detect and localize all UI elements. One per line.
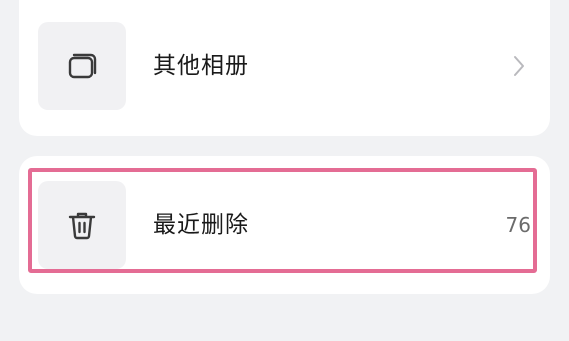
trash-icon-tile bbox=[38, 181, 126, 269]
recently-deleted-label: 最近删除 bbox=[153, 212, 249, 238]
recently-deleted-row[interactable]: 最近删除 76 bbox=[19, 181, 550, 271]
trash-icon bbox=[68, 212, 96, 240]
chevron-right-icon bbox=[514, 56, 524, 76]
album-icon-tile bbox=[38, 22, 126, 110]
other-albums-row[interactable]: 其他相册 bbox=[19, 22, 550, 112]
recently-deleted-count: 76 bbox=[505, 213, 531, 237]
other-albums-label: 其他相册 bbox=[153, 53, 249, 79]
album-stack-icon bbox=[68, 53, 97, 79]
